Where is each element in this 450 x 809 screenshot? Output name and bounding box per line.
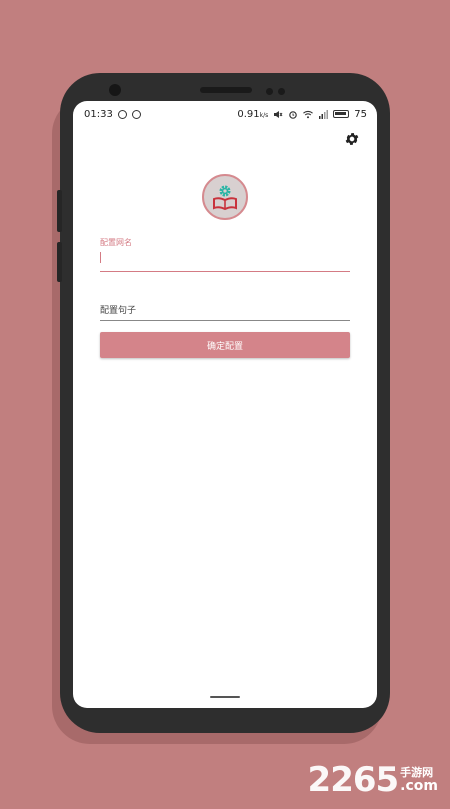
watermark-logo: 2265 手游网 .com bbox=[308, 763, 438, 797]
stage: 01:33 0.91k/s 75 配置网名 配置句子 确定配置 2265 手游网… bbox=[0, 0, 450, 809]
text-caret bbox=[100, 252, 101, 263]
sentence-input[interactable] bbox=[100, 302, 350, 321]
alarm-icon bbox=[289, 110, 298, 119]
light-sensor bbox=[278, 88, 285, 95]
app-logo bbox=[202, 174, 248, 220]
gear-book-logo-icon bbox=[213, 185, 237, 211]
front-camera bbox=[109, 84, 121, 96]
confirm-button[interactable]: 确定配置 bbox=[100, 332, 350, 358]
watermark-number: 2265 bbox=[307, 760, 400, 800]
sync-icon bbox=[117, 109, 127, 119]
status-bar: 01:33 0.91k/s 75 bbox=[73, 101, 377, 127]
earpiece-speaker bbox=[200, 87, 252, 93]
watermark-domain: .com bbox=[400, 778, 438, 794]
phone-side-button bbox=[57, 242, 62, 282]
name-field-label: 配置网名 bbox=[100, 238, 132, 247]
gear-icon[interactable] bbox=[344, 131, 360, 147]
battery-level: 75 bbox=[354, 108, 367, 120]
network-speed: 0.91k/s bbox=[237, 108, 269, 120]
sentence-field-group bbox=[100, 298, 350, 321]
name-input[interactable] bbox=[100, 253, 350, 272]
signal-icon bbox=[319, 109, 329, 119]
wifi-icon bbox=[303, 110, 314, 118]
app-screen: 01:33 0.91k/s 75 配置网名 配置句子 确定配置 bbox=[73, 101, 377, 708]
proximity-sensor bbox=[266, 88, 273, 95]
name-field-group: 配置网名 bbox=[100, 237, 350, 272]
status-time: 01:33 bbox=[84, 108, 113, 120]
mute-icon bbox=[274, 110, 283, 118]
phone-side-button bbox=[57, 190, 62, 232]
check-circle-icon bbox=[131, 109, 141, 119]
home-indicator[interactable] bbox=[210, 696, 240, 698]
battery-icon bbox=[333, 110, 350, 118]
